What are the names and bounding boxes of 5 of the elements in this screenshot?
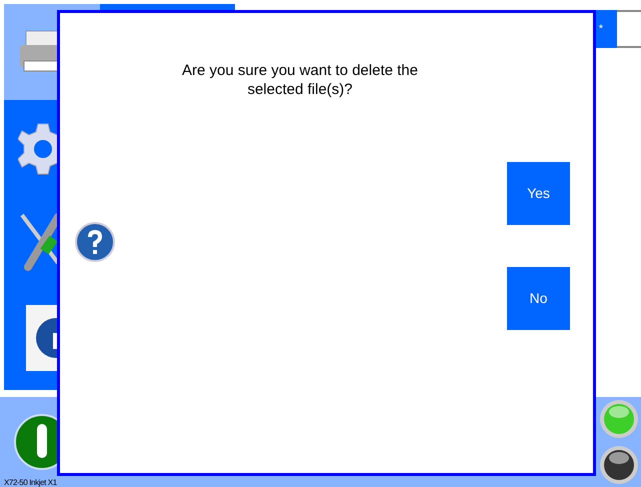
dialog-button[interactable]: Yes [507,162,570,225]
question-icon [74,221,116,263]
dialog-button[interactable]: No [507,267,570,330]
dialog-message: Are you sure you want to delete the selected file(s)? [181,61,419,99]
status-text: X72-50 Inkjet X1 [4,479,57,487]
